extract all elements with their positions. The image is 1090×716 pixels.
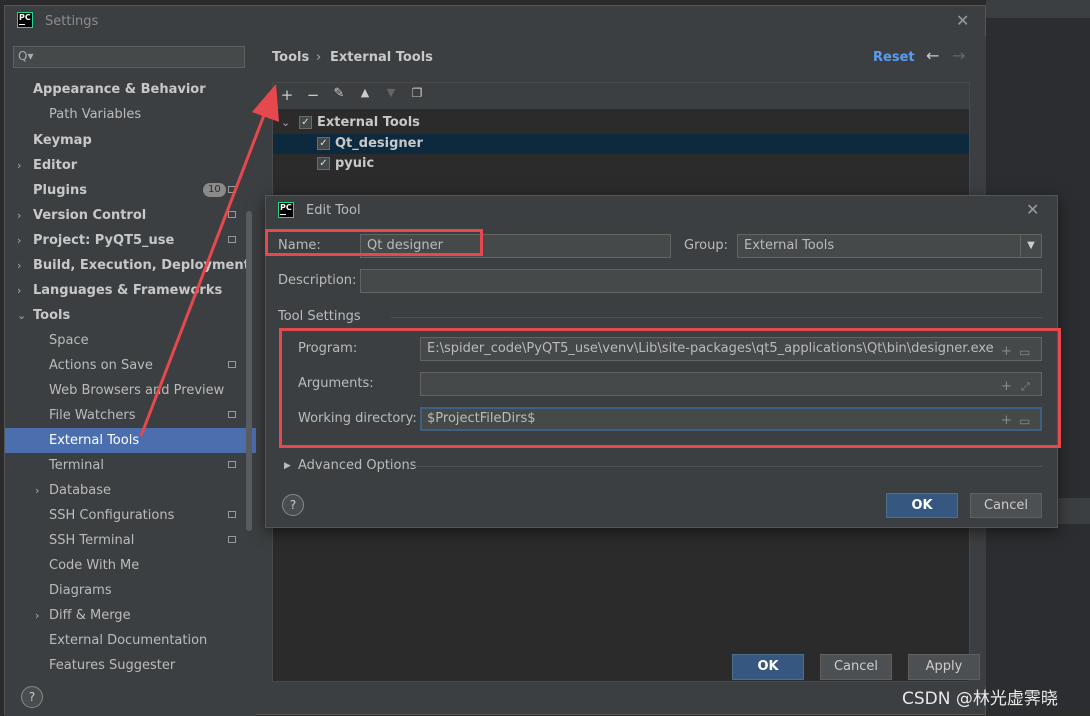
arrow-head — [252, 84, 279, 122]
arrow-shaft — [139, 109, 268, 437]
annotation-arrow — [139, 84, 279, 437]
watermark: CSDN @林光虚霁晓 — [902, 689, 1058, 709]
